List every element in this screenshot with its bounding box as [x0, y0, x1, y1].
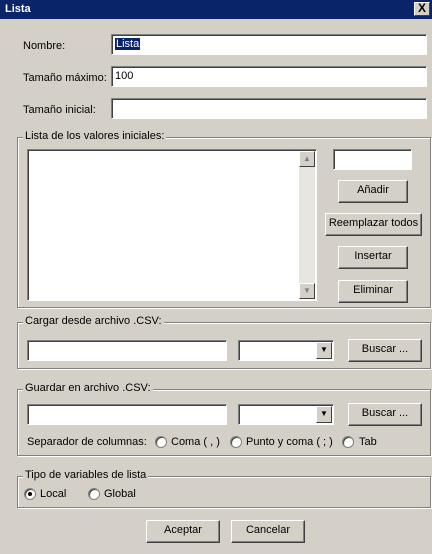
separator-semicolon-radio[interactable] — [230, 436, 242, 448]
tamano-maximo-label: Tamaño máximo: — [23, 72, 107, 84]
initial-value-input[interactable] — [333, 149, 412, 170]
triangle-up-icon: ▲ — [303, 154, 311, 163]
load-csv-file-input[interactable] — [27, 340, 227, 361]
separator-tab-label[interactable]: Tab — [359, 436, 377, 448]
separator-comma-label[interactable]: Coma ( , ) — [171, 436, 220, 448]
load-csv-browse-button[interactable]: Buscar ... — [348, 339, 422, 362]
var-type-local-label[interactable]: Local — [40, 488, 66, 500]
tamano-inicial-label: Tamaño inicial: — [23, 104, 96, 116]
add-button[interactable]: Añadir — [338, 180, 408, 203]
accept-button[interactable]: Aceptar — [146, 520, 220, 543]
close-button[interactable]: X — [414, 2, 430, 16]
nombre-value: Lista — [115, 38, 141, 50]
separator-label: Separador de columnas: — [27, 436, 147, 448]
list-scrollbar[interactable]: ▲ ▼ — [299, 151, 315, 299]
load-csv-group-title: Cargar desde archivo .CSV: — [23, 315, 164, 327]
var-type-group-title: Tipo de variables de lista — [23, 469, 149, 481]
close-icon: X — [417, 1, 426, 15]
triangle-down-icon: ▼ — [303, 286, 311, 295]
delete-button[interactable]: Eliminar — [338, 280, 408, 303]
dropdown-arrow-icon[interactable]: ▼ — [316, 406, 332, 423]
save-csv-encoding-select[interactable]: ▼ — [238, 404, 334, 425]
initial-values-list[interactable]: ▲ ▼ — [27, 149, 317, 301]
dropdown-arrow-icon[interactable]: ▼ — [316, 342, 332, 359]
tamano-maximo-input[interactable]: 100 — [111, 66, 427, 87]
nombre-input[interactable]: Lista — [111, 34, 427, 55]
separator-comma-radio[interactable] — [155, 436, 167, 448]
save-csv-browse-button[interactable]: Buscar ... — [348, 403, 422, 426]
replace-all-button[interactable]: Reemplazar todos — [325, 213, 422, 236]
separator-tab-radio[interactable] — [342, 436, 354, 448]
save-csv-file-input[interactable] — [27, 404, 227, 425]
initial-values-group-title: Lista de los valores iniciales: — [23, 130, 167, 142]
load-csv-encoding-select[interactable]: ▼ — [238, 340, 334, 361]
var-type-global-label[interactable]: Global — [104, 488, 136, 500]
separator-semicolon-label[interactable]: Punto y coma ( ; ) — [246, 436, 333, 448]
tamano-inicial-input[interactable] — [111, 98, 427, 119]
title-bar: Lista X — [0, 0, 432, 19]
scroll-up-button[interactable]: ▲ — [299, 151, 315, 167]
var-type-local-radio[interactable] — [24, 488, 36, 500]
cancel-button[interactable]: Cancelar — [231, 520, 305, 543]
scroll-down-button[interactable]: ▼ — [299, 283, 315, 299]
var-type-global-radio[interactable] — [88, 488, 100, 500]
nombre-label: Nombre: — [23, 40, 66, 52]
save-csv-group-title: Guardar en archivo .CSV: — [23, 382, 153, 394]
window-title: Lista — [5, 3, 31, 15]
insert-button[interactable]: Insertar — [338, 246, 408, 269]
